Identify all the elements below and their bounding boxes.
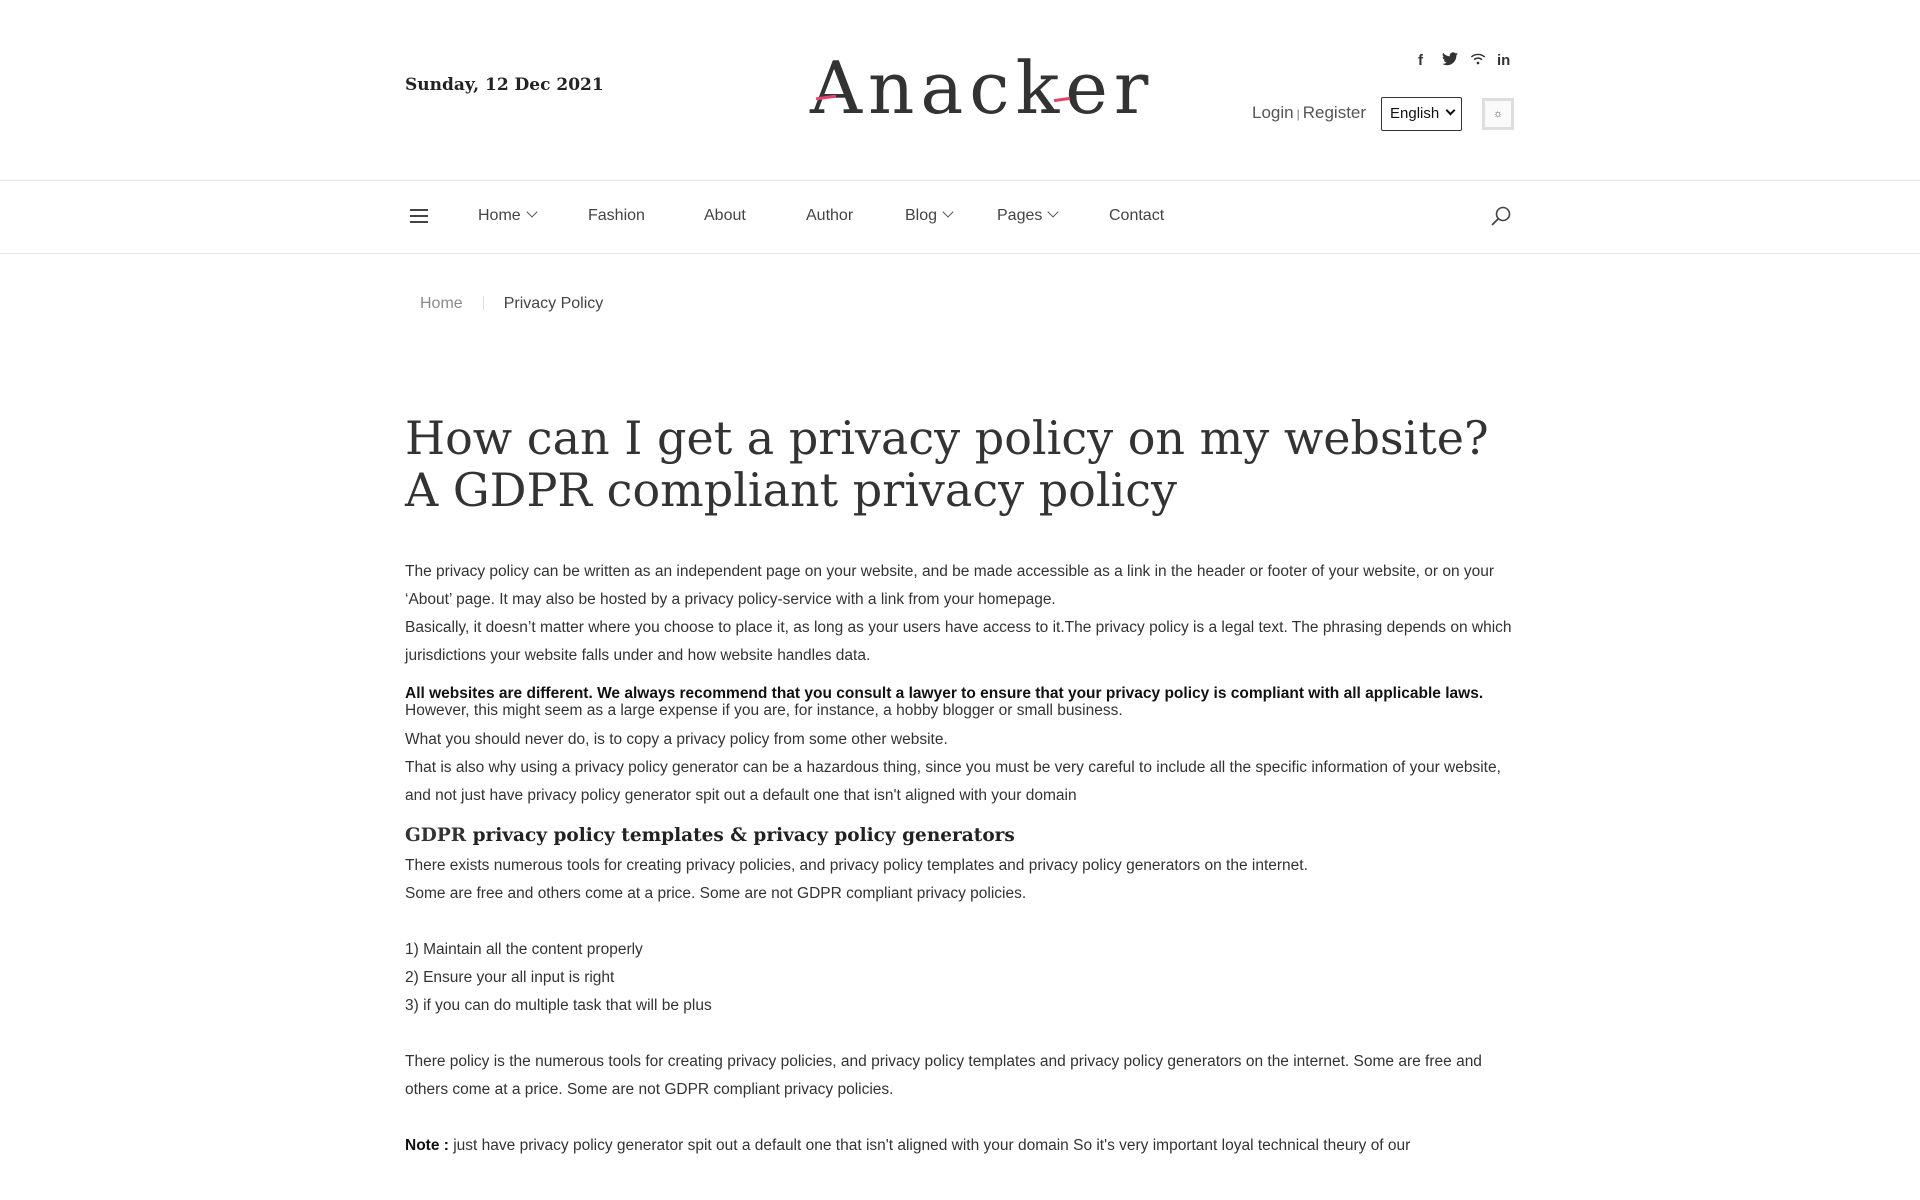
- chevron-down-icon: [942, 206, 954, 218]
- site-header: Sunday, 12 Dec 2021 Anacker f in Login | R…: [0, 0, 1920, 181]
- nav-item-contact[interactable]: Contact: [1109, 207, 1164, 225]
- breadcrumb-divider: [482, 296, 484, 310]
- theme-toggle-button[interactable]: ☼: [1482, 98, 1514, 130]
- article-content: How can I get a privacy policy on my web…: [405, 412, 1515, 1160]
- article-paragraph: Basically, it doesn’t matter where you c…: [405, 619, 1512, 664]
- note-paragraph: Note : just have privacy policy generato…: [405, 1132, 1515, 1160]
- bold-lead-text: All websites are different. We always re…: [405, 685, 1484, 702]
- site-logo[interactable]: Anacker: [810, 48, 1148, 128]
- language-select[interactable]: English: [1381, 97, 1462, 131]
- note-label: Note :: [405, 1137, 449, 1154]
- nav-item-about[interactable]: About: [704, 207, 746, 225]
- article-paragraph: There exists numerous tools for creating…: [405, 857, 1308, 874]
- note-text: just have privacy policy generator spit …: [448, 1137, 1411, 1154]
- nav-item-home[interactable]: Home: [478, 206, 538, 225]
- list-item: 2) Ensure your all input is right: [405, 969, 615, 986]
- rss-wifi-icon[interactable]: [1470, 52, 1486, 70]
- twitter-icon[interactable]: [1442, 52, 1458, 69]
- article-paragraph: That is also why using a privacy policy …: [405, 759, 1501, 804]
- nav-item-blog[interactable]: Blog: [905, 206, 954, 225]
- nav-item-label: Home: [478, 207, 521, 224]
- facebook-icon[interactable]: f: [1418, 52, 1423, 69]
- page-title: How can I get a privacy policy on my web…: [405, 411, 1489, 517]
- register-link[interactable]: Register: [1303, 103, 1366, 122]
- nav-item-author[interactable]: Author: [806, 207, 853, 225]
- language-selected-value: English: [1390, 105, 1440, 122]
- nav-item-label: Blog: [905, 207, 938, 224]
- list-item: 3) if you can do multiple task that will…: [405, 997, 712, 1014]
- linkedin-icon[interactable]: in: [1497, 52, 1510, 69]
- nav-item-label: Author: [806, 207, 854, 224]
- article-paragraph: The privacy policy can be written as an …: [405, 563, 1495, 608]
- search-icon[interactable]: [1490, 205, 1512, 227]
- chevron-down-icon: [1047, 206, 1060, 218]
- bold-rest-text: However, this might seem as a large expe…: [405, 702, 1123, 719]
- sun-icon: ☼: [1492, 108, 1504, 120]
- header-date: Sunday, 12 Dec 2021: [405, 75, 604, 95]
- auth-separator: |: [1296, 107, 1300, 121]
- nav-item-label: About: [704, 207, 746, 224]
- list-item: 1) Maintain all the content properly: [405, 941, 643, 958]
- article-paragraph: There policy is the numerous tools for c…: [405, 1053, 1482, 1098]
- subheading-bold: privacy policy templates & privacy polic…: [472, 825, 1015, 846]
- subheading-prefix: GDPR: [405, 825, 467, 846]
- auth-links: Login | Register: [1252, 103, 1366, 123]
- chevron-down-icon: [526, 206, 538, 218]
- section-subheading: GDPR privacy policy templates & privacy …: [405, 825, 1515, 846]
- numbered-list: 1) Maintain all the content properly 2) …: [405, 936, 1515, 1020]
- nav-item-label: Contact: [1109, 207, 1165, 224]
- chevron-down-icon: [1445, 105, 1456, 116]
- breadcrumb: Home Privacy Policy: [420, 295, 603, 313]
- main-navigation: Home Fashion About Author Blog Pages Con…: [0, 181, 1920, 254]
- nav-item-label: Pages: [997, 207, 1043, 224]
- nav-item-fashion[interactable]: Fashion: [588, 207, 645, 225]
- nav-item-label: Fashion: [588, 207, 645, 224]
- breadcrumb-home-link[interactable]: Home: [420, 295, 463, 312]
- nav-item-pages[interactable]: Pages: [997, 206, 1060, 225]
- lawyer-advice-paragraph: All websites are different. We always re…: [405, 685, 1515, 719]
- login-link[interactable]: Login: [1252, 103, 1294, 122]
- breadcrumb-current: Privacy Policy: [503, 295, 604, 312]
- article-paragraph: What you should never do, is to copy a p…: [405, 731, 948, 748]
- hamburger-menu-icon[interactable]: [410, 209, 428, 223]
- article-paragraph: Some are free and others come at a price…: [405, 885, 1027, 902]
- logo-text: Anacker: [810, 46, 1155, 130]
